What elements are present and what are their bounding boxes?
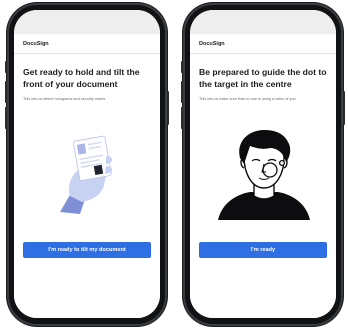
hand-holding-id-card-icon <box>60 135 113 214</box>
power-button <box>343 91 345 125</box>
volume-up-button <box>5 81 7 103</box>
header-divider <box>190 53 336 54</box>
page-title: Get ready to hold and tilt the front of … <box>23 67 140 89</box>
brand-logo: DocuSign <box>23 41 49 47</box>
ready-button[interactable]: I'm ready <box>199 242 327 258</box>
mute-switch <box>5 61 7 73</box>
page-title: Be prepared to guide the dot to the targ… <box>199 67 327 89</box>
brand-logo: DocuSign <box>199 41 225 47</box>
page-subtitle: This lets us detect holograms and securi… <box>23 97 106 101</box>
face-with-target-dot-icon <box>218 130 310 220</box>
phone-mockup-face: DocuSign Be prepared to guide the dot to… <box>181 3 345 326</box>
tilt-document-button[interactable]: I'm ready to tilt my document <box>23 242 151 258</box>
phone-screen: DocuSign Be prepared to guide the dot to… <box>190 10 336 318</box>
header-divider <box>14 53 160 54</box>
power-button <box>167 91 169 125</box>
volume-down-button <box>181 107 183 129</box>
phone-mockup-document: DocuSign Get ready to hold and tilt the … <box>5 3 169 326</box>
volume-up-button <box>181 81 183 103</box>
volume-down-button <box>5 107 7 129</box>
page-subtitle: This lets us make sure that no one is us… <box>199 97 296 101</box>
phone-screen: DocuSign Get ready to hold and tilt the … <box>14 10 160 318</box>
mute-switch <box>181 61 183 73</box>
